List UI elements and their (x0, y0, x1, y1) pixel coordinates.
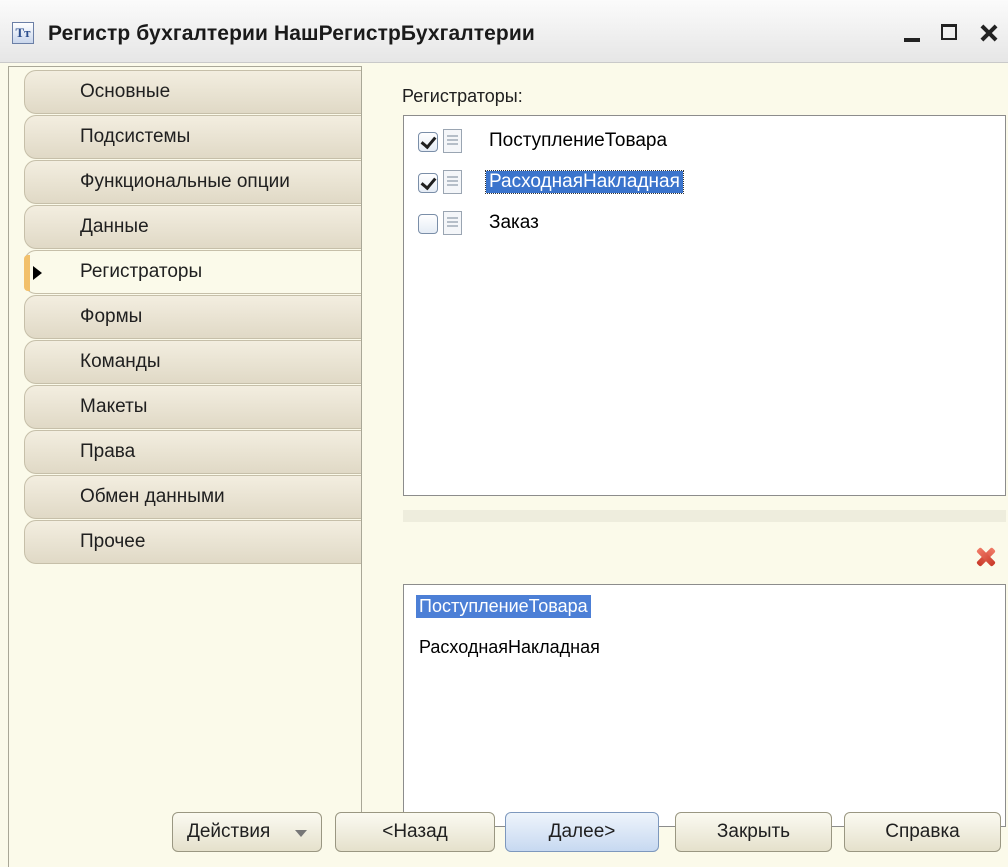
title-bar[interactable]: Тт Регистр бухгалтерии НашРегистрБухгалт… (0, 0, 1008, 63)
tab-label: Регистраторы (80, 261, 203, 282)
chevron-down-icon (295, 830, 307, 837)
tab-prochee[interactable]: Прочее (24, 520, 362, 564)
tab-formy[interactable]: Формы (24, 295, 362, 339)
tab-dannye[interactable]: Данные (24, 205, 362, 249)
document-icon (443, 211, 462, 235)
help-button[interactable]: Справка (844, 812, 1001, 852)
tab-osnovnye[interactable]: Основные (24, 70, 362, 114)
tab-funktsionalnye-optsii[interactable]: Функциональные опции (24, 160, 362, 204)
tab-label: Обмен данными (80, 486, 225, 507)
tab-prava[interactable]: Права (24, 430, 362, 474)
registrators-list[interactable]: ПоступлениеТовара РасходнаяНакладная Зак… (403, 115, 1006, 496)
list-item[interactable]: ПоступлениеТовара (416, 595, 591, 618)
maximize-icon[interactable] (935, 16, 965, 48)
tab-label: Прочее (80, 531, 146, 552)
tab-obmen-dannymi[interactable]: Обмен данными (24, 475, 362, 519)
tab-label: Функциональные опции (80, 171, 290, 192)
registrator-name: ПоступлениеТовара (489, 130, 668, 151)
tab-komandy[interactable]: Команды (24, 340, 362, 384)
tab-label: Права (80, 441, 136, 462)
registrator-name: РасходнаяНакладная (485, 170, 684, 194)
list-item[interactable]: РасходнаяНакладная (416, 636, 603, 659)
tab-label: Основные (80, 81, 171, 102)
tab-registratory[interactable]: Регистраторы (24, 250, 362, 294)
app-icon: Тт (12, 22, 34, 44)
registrator-checkbox[interactable] (418, 214, 438, 234)
back-button[interactable]: <Назад (335, 812, 495, 852)
document-icon (443, 170, 462, 194)
active-tab-arrow-icon (33, 266, 42, 280)
registrators-label: Регистраторы: (402, 86, 523, 106)
actions-button[interactable]: Действия (172, 812, 322, 852)
window-title: Регистр бухгалтерии НашРегистрБухгалтери… (48, 22, 535, 45)
splitter-handle[interactable] (403, 510, 1006, 522)
tab-makety[interactable]: Макеты (24, 385, 362, 429)
registrator-checkbox[interactable] (418, 173, 438, 193)
tab-label: Формы (80, 306, 143, 327)
configuration-window: Тт Регистр бухгалтерии НашРегистрБухгалт… (0, 0, 1008, 867)
tab-label: Команды (80, 351, 161, 372)
document-icon (443, 129, 462, 153)
registrator-name: Заказ (489, 212, 539, 233)
next-button[interactable]: Далее> (505, 812, 659, 852)
tab-label: Макеты (80, 396, 148, 417)
tab-label: Подсистемы (80, 126, 191, 147)
tab-label: Данные (80, 216, 149, 237)
delete-icon[interactable] (976, 546, 996, 566)
close-icon[interactable] (974, 16, 1004, 48)
tab-podsistemy[interactable]: Подсистемы (24, 115, 362, 159)
actions-button-label: Действия (187, 821, 271, 842)
minimize-icon[interactable] (896, 16, 926, 48)
selected-registrators-list[interactable]: ПоступлениеТовара РасходнаяНакладная (403, 584, 1006, 827)
close-button[interactable]: Закрыть (675, 812, 832, 852)
registrator-checkbox[interactable] (418, 132, 438, 152)
